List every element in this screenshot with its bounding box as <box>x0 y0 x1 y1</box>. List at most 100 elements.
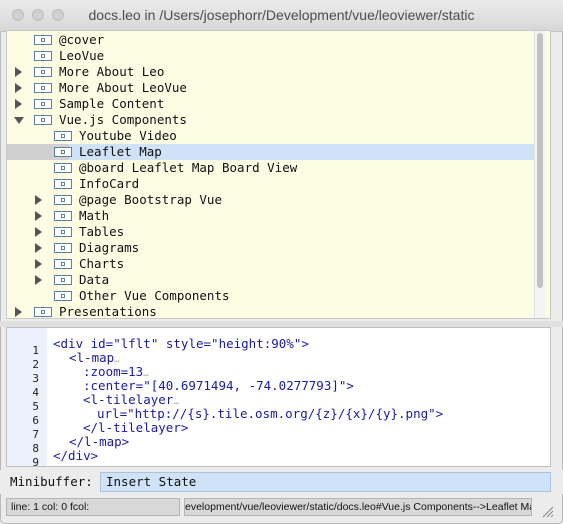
node-box-icon <box>54 131 72 141</box>
node-box-icon <box>54 291 72 301</box>
outline-node-label: InfoCard <box>79 176 140 191</box>
outline-node[interactable]: Sample Content <box>7 96 542 112</box>
outline-node-label: Youtube Video <box>79 128 177 143</box>
minibuffer-input[interactable]: Insert State <box>100 472 551 492</box>
expand-triangle-icon[interactable] <box>35 259 42 269</box>
outline-node[interactable]: @cover <box>7 32 542 48</box>
outline-node-label: Diagrams <box>79 240 140 255</box>
code-text: :zoom=13 <box>83 364 144 379</box>
outline-node[interactable]: Other Vue Components <box>7 288 542 304</box>
code-text: <l-tilelayer <box>83 392 174 407</box>
line-number: 4 <box>32 386 39 399</box>
outline-node[interactable]: LeoVue <box>7 48 542 64</box>
line-number: 6 <box>32 414 39 427</box>
outline-node[interactable]: Math <box>7 208 542 224</box>
node-path: evelopment/vue/leoviewer/static/docs.leo… <box>184 498 532 516</box>
outline-node-label: More About LeoVue <box>59 80 187 95</box>
node-box-icon <box>34 83 52 93</box>
status-bar: line: 1 col: 0 fcol: evelopment/vue/leov… <box>0 496 563 522</box>
cursor-position: line: 1 col: 0 fcol: <box>6 498 180 516</box>
code-text: <l-map <box>69 350 115 365</box>
outline-scrollbar[interactable] <box>534 31 545 318</box>
line-number: 7 <box>32 428 39 441</box>
outline-node[interactable]: Tables <box>7 224 542 240</box>
outline-node[interactable]: Charts <box>7 256 542 272</box>
code-line: :center="[40.6971494, -74.0277793]"> <box>83 378 354 393</box>
outline-node[interactable]: More About Leo <box>7 64 542 80</box>
outline-node-label: Data <box>79 272 110 287</box>
line-number: 2 <box>32 358 39 371</box>
code-line: </l-tilelayer> <box>83 420 189 435</box>
line-number: 3 <box>32 372 39 385</box>
expand-triangle-icon[interactable] <box>15 307 22 317</box>
outline-node[interactable]: InfoCard <box>7 176 542 192</box>
node-box-icon <box>34 307 52 317</box>
node-box-icon <box>34 115 52 125</box>
expand-triangle-icon[interactable] <box>35 195 42 205</box>
expand-triangle-icon[interactable] <box>15 99 22 109</box>
code-line: :zoom=13… <box>83 364 149 379</box>
minibuffer-value: Insert State <box>106 474 197 489</box>
line-number-gutter: 1 2 3 4 5 6 7 8 9 <box>7 328 47 466</box>
outline-node-label: Tables <box>79 224 125 239</box>
outline-node-label: @board Leaflet Map Board View <box>79 160 298 175</box>
code-line: </l-map> <box>69 434 130 449</box>
line-number: 5 <box>32 400 39 413</box>
expand-triangle-icon[interactable] <box>35 243 42 253</box>
outline-node[interactable]: Data <box>7 272 542 288</box>
outline-node-label: Math <box>79 208 110 223</box>
outline-node[interactable]: Presentations <box>7 304 542 319</box>
resize-grip-icon[interactable] <box>540 504 554 518</box>
outline-node-label: Sample Content <box>59 96 165 111</box>
outline-node[interactable]: @board Leaflet Map Board View <box>7 160 542 176</box>
expand-triangle-icon[interactable] <box>35 211 42 221</box>
minibuffer-label: Minibuffer: <box>10 474 93 489</box>
node-box-icon <box>54 179 72 189</box>
outline-node-label: @page Bootstrap Vue <box>79 192 222 207</box>
node-box-icon <box>34 35 52 45</box>
outline-node-label: @cover <box>59 32 105 47</box>
expand-triangle-icon[interactable] <box>15 67 22 77</box>
outline-scrollbar-thumb[interactable] <box>537 33 543 288</box>
expand-triangle-icon[interactable] <box>35 275 42 285</box>
node-box-icon <box>54 275 72 285</box>
outline-node[interactable]: Diagrams <box>7 240 542 256</box>
line-number: 1 <box>32 344 39 357</box>
node-box-icon <box>54 195 72 205</box>
node-box-icon <box>54 163 72 173</box>
node-box-icon <box>34 99 52 109</box>
node-box-icon <box>34 67 52 77</box>
expand-triangle-icon[interactable] <box>15 83 22 93</box>
minibuffer: Minibuffer: Insert State <box>0 470 563 494</box>
line-number: 9 <box>32 456 39 467</box>
outline-node[interactable]: Youtube Video <box>7 128 542 144</box>
outline-pane[interactable]: @cover LeoVue More About Leo More About … <box>6 30 551 319</box>
code-line: <l-tilelayer… <box>83 392 179 407</box>
outline-node-label: LeoVue <box>59 48 105 63</box>
node-box-icon <box>54 147 72 157</box>
node-box-icon <box>54 259 72 269</box>
node-box-icon <box>54 227 72 237</box>
outline-node-label: Leaflet Map <box>79 144 162 159</box>
outline-node[interactable]: Vue.js Components <box>7 112 542 128</box>
outline-node-label: Presentations <box>59 304 157 319</box>
outline-node-label: Vue.js Components <box>59 112 187 127</box>
outline-node[interactable]: More About LeoVue <box>7 80 542 96</box>
body-editor[interactable]: 1 2 3 4 5 6 7 8 9 <div id="lflt" style="… <box>6 327 551 467</box>
collapse-triangle-icon[interactable] <box>14 117 24 124</box>
expand-triangle-icon[interactable] <box>35 227 42 237</box>
outline-node-label: More About Leo <box>59 64 165 79</box>
node-box-icon <box>54 211 72 221</box>
code-line: <div id="lflt" style="height:90%"> <box>53 336 309 351</box>
outline-node-label: Other Vue Components <box>79 288 230 303</box>
outline-node-selected[interactable]: Leaflet Map <box>7 144 542 160</box>
outline-node[interactable]: @page Bootstrap Vue <box>7 192 542 208</box>
code-line: </div> <box>53 448 99 463</box>
code-line: <l-map… <box>69 350 120 365</box>
line-number: 8 <box>32 442 39 455</box>
app-window: docs.leo in /Users/josephorr/Development… <box>0 0 563 524</box>
node-box-icon <box>34 51 52 61</box>
window-title: docs.leo in /Users/josephorr/Development… <box>88 7 475 23</box>
node-box-icon <box>54 243 72 253</box>
title-bar: docs.leo in /Users/josephorr/Development… <box>0 0 563 32</box>
